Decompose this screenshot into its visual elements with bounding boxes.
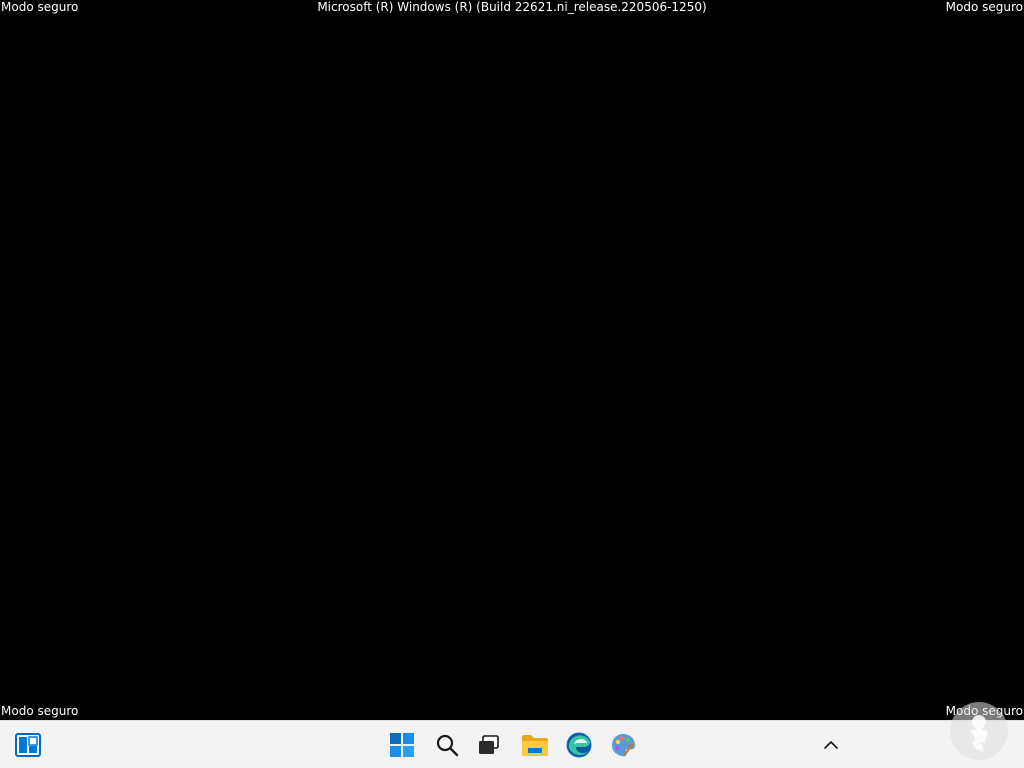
start-button[interactable] bbox=[382, 725, 422, 765]
widgets-icon bbox=[15, 733, 41, 757]
edge-icon bbox=[566, 732, 592, 758]
build-info-label: Microsoft (R) Windows (R) (Build 22621.n… bbox=[317, 0, 707, 14]
edge-button[interactable] bbox=[559, 725, 599, 765]
file-explorer-icon bbox=[522, 735, 548, 756]
watermark-logo-icon bbox=[950, 702, 1008, 760]
task-view-button[interactable] bbox=[469, 725, 509, 765]
chevron-up-icon bbox=[824, 741, 838, 749]
search-button[interactable] bbox=[427, 725, 467, 765]
tray-overflow-button[interactable] bbox=[812, 725, 850, 765]
task-view-icon bbox=[479, 735, 499, 754]
safe-mode-label-top-right: Modo seguro bbox=[945, 0, 1023, 14]
desktop-screen: Modo seguro Microsoft (R) Windows (R) (B… bbox=[0, 0, 1024, 768]
file-explorer-button[interactable] bbox=[515, 725, 555, 765]
windows-start-icon bbox=[390, 733, 414, 757]
taskbar bbox=[0, 720, 1024, 768]
safe-mode-label-bottom-left: Modo seguro bbox=[1, 704, 79, 718]
paint-icon bbox=[612, 734, 635, 757]
search-icon bbox=[436, 734, 459, 757]
widgets-button[interactable] bbox=[8, 725, 48, 765]
paint-button[interactable] bbox=[603, 725, 643, 765]
